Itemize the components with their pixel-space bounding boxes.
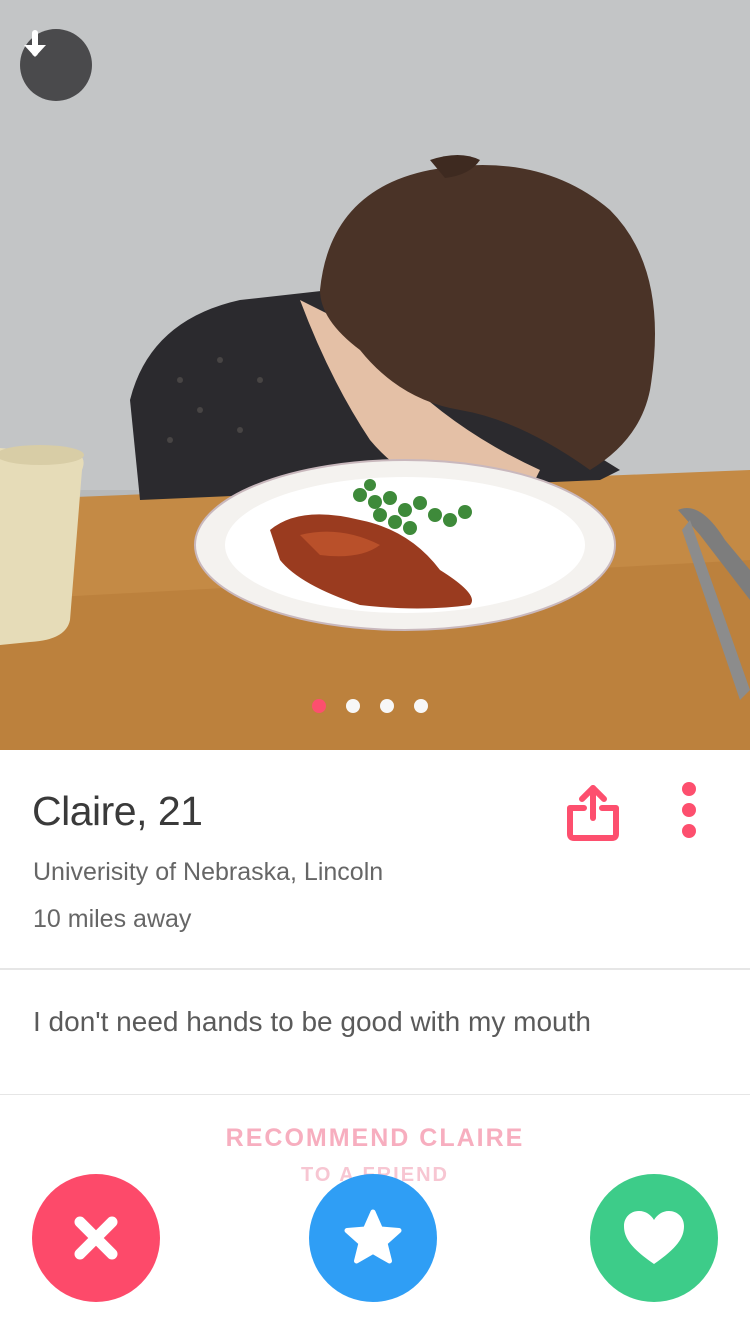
heart-icon [624,1211,684,1264]
photo-pager[interactable] [312,699,428,713]
profile-distance: 10 miles away [33,905,192,933]
share-button[interactable] [562,782,624,844]
more-options-button[interactable] [670,780,710,842]
star-icon [344,1209,402,1264]
pager-dot-3[interactable] [380,699,394,713]
bio-text: I don't need hands to be good with my mo… [33,1006,591,1037]
divider [0,1094,750,1095]
nope-button[interactable] [32,1174,160,1302]
more-vertical-icon [682,782,696,838]
pager-dot-2[interactable] [346,699,360,713]
pager-dot-4[interactable] [414,699,428,713]
profile-info: Claire, 21 Univerisity of Nebraska, Linc… [0,750,750,968]
like-button[interactable] [590,1174,718,1302]
download-button[interactable] [20,29,92,101]
bio-section: I don't need hands to be good with my mo… [0,970,750,1094]
superlike-button[interactable] [309,1174,437,1302]
profile-name-age: Claire, 21 [32,788,203,834]
photo-illustration [0,0,750,750]
pager-dot-1[interactable] [312,699,326,713]
recommend-link[interactable]: RECOMMEND CLAIRE [0,1124,750,1153]
arrow-down-icon [24,30,46,57]
profile-photo[interactable] [0,0,750,750]
share-icon [567,785,619,841]
profile-school: Univerisity of Nebraska, Lincoln [33,858,384,886]
close-icon [74,1216,118,1260]
